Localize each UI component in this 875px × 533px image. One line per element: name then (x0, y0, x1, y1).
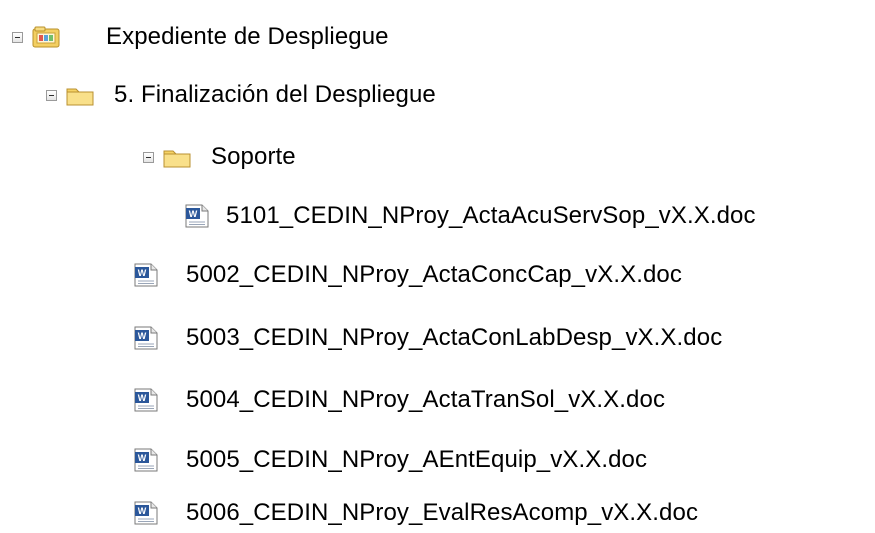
word-document-icon: W (133, 387, 159, 413)
file-label: 5005_CEDIN_NProy_AEntEquip_vX.X.doc (186, 446, 648, 473)
tree-node-subfolder[interactable]: Soporte (143, 137, 296, 177)
tree-node-file[interactable]: W 5002_CEDIN_NProy_ActaConcCap_vX.X.doc (133, 255, 682, 295)
collapse-toggle-root[interactable] (12, 31, 23, 43)
file-label: 5006_CEDIN_NProy_EvalResAcomp_vX.X.doc (186, 499, 699, 526)
tree-node-file[interactable]: W 5006_CEDIN_NProy_EvalResAcomp_vX.X.doc (133, 493, 698, 533)
folder-icon (163, 146, 191, 168)
tree-node-file[interactable]: W 5005_CEDIN_NProy_AEntEquip_vX.X.doc (133, 440, 647, 480)
file-label: 5003_CEDIN_NProy_ActaConLabDesp_vX.X.doc (186, 324, 723, 351)
word-document-icon: W (133, 447, 159, 473)
svg-text:W: W (138, 506, 147, 516)
word-document-icon: W (133, 500, 159, 526)
file-cabinet-icon (32, 26, 60, 48)
file-label: 5004_CEDIN_NProy_ActaTranSol_vX.X.doc (186, 386, 666, 413)
svg-text:W: W (138, 331, 147, 341)
svg-text:W: W (138, 393, 147, 403)
svg-text:W: W (189, 209, 198, 219)
folder-icon (66, 84, 94, 106)
svg-text:W: W (138, 268, 147, 278)
tree-node-phase-folder[interactable]: 5. Finalización del Despliegue (46, 75, 436, 115)
word-document-icon: W (133, 325, 159, 351)
collapse-toggle-subfolder[interactable] (143, 151, 154, 163)
word-document-icon: W (133, 262, 159, 288)
subfolder-label: Soporte (211, 143, 296, 170)
phase-label: 5. Finalización del Despliegue (114, 81, 436, 108)
word-document-icon: W (184, 203, 210, 229)
tree-node-file[interactable]: W 5101_CEDIN_NProy_ActaAcuServSop_vX.X.d… (184, 196, 756, 236)
file-label: 5101_CEDIN_NProy_ActaAcuServSop_vX.X.doc (226, 202, 756, 229)
file-tree: Expediente de Despliegue 5. Finalización… (0, 0, 875, 533)
tree-node-file[interactable]: W 5003_CEDIN_NProy_ActaConLabDesp_vX.X.d… (133, 318, 722, 358)
svg-text:W: W (138, 453, 147, 463)
tree-node-root[interactable]: Expediente de Despliegue (12, 17, 389, 57)
file-label: 5002_CEDIN_NProy_ActaConcCap_vX.X.doc (186, 261, 682, 288)
tree-node-file[interactable]: W 5004_CEDIN_NProy_ActaTranSol_vX.X.doc (133, 380, 665, 420)
root-label: Expediente de Despliegue (106, 23, 389, 50)
collapse-toggle-phase[interactable] (46, 89, 57, 101)
